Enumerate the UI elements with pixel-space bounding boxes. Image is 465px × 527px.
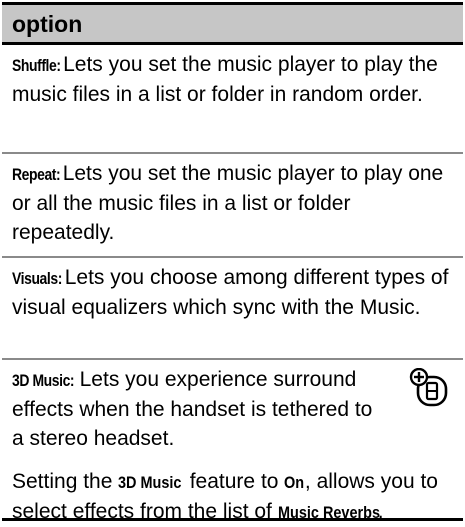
- page: option Shuffle: Lets you set the music p…: [0, 0, 465, 523]
- description-repeat: Lets you set the music player to play on…: [12, 162, 444, 244]
- optional-feature-icon: [409, 368, 448, 407]
- note-text-1: Setting the: [12, 470, 119, 493]
- note-bold-music-reverbs: Music Reverbs: [277, 503, 380, 522]
- term-shuffle: Shuffle:: [12, 56, 61, 75]
- 3d-music-note: Setting the 3D Music feature to On, allo…: [12, 467, 442, 527]
- table-row-shuffle: Shuffle: Lets you set the music player t…: [2, 45, 463, 152]
- term-visuals: Visuals:: [12, 269, 62, 288]
- options-table: option Shuffle: Lets you set the music p…: [2, 2, 463, 523]
- table-row-repeat: Repeat: Lets you set the music player to…: [2, 152, 463, 256]
- table-header: option: [2, 5, 463, 45]
- description-visuals: Lets you choose among different types of…: [12, 266, 449, 319]
- note-text-2: feature to: [183, 470, 285, 493]
- table-row-3d-music: 3D Music: Lets you experience surround e…: [2, 358, 463, 523]
- description-shuffle: Lets you set the music player to play th…: [12, 53, 438, 106]
- term-repeat: Repeat:: [12, 165, 61, 184]
- term-3d-music: 3D Music:: [12, 371, 75, 390]
- row-3d-music-text: 3D Music: Lets you experience surround e…: [12, 365, 382, 453]
- table-row-visuals: Visuals: Lets you choose among different…: [2, 256, 463, 358]
- note-bold-3d-music: 3D Music: [118, 473, 182, 492]
- note-bold-on: On: [284, 473, 305, 492]
